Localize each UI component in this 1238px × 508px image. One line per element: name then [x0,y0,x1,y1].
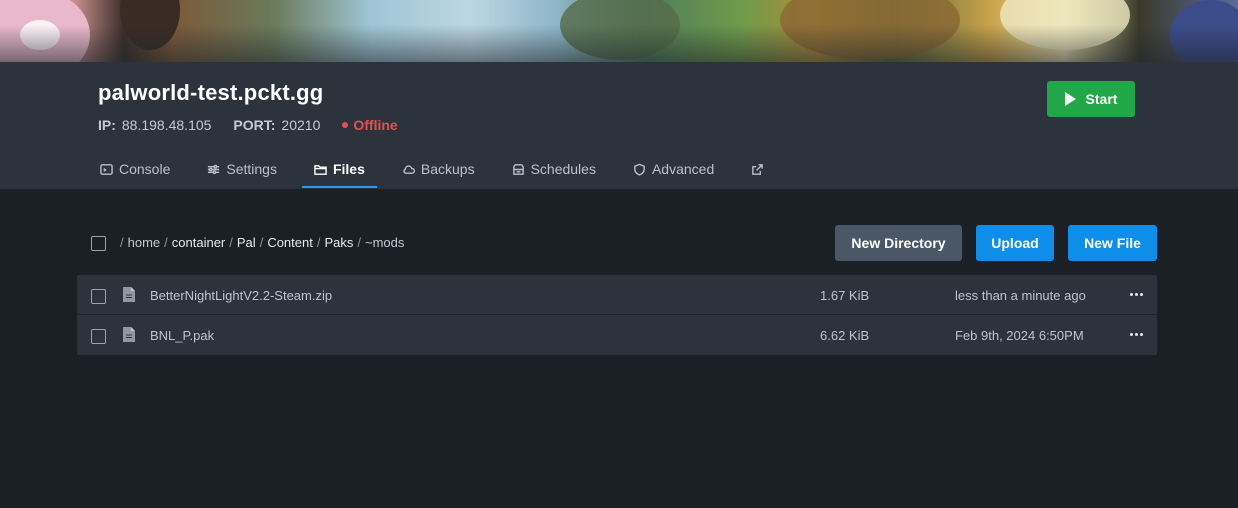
breadcrumb-home[interactable]: home [128,235,161,250]
tab-files[interactable]: Files [301,150,377,188]
new-directory-button[interactable]: New Directory [835,225,962,261]
terminal-icon [100,163,113,175]
breadcrumb-separator: / [164,235,168,250]
port-value: 20210 [281,117,321,133]
breadcrumb-segment[interactable]: Content [267,235,313,250]
file-row[interactable]: BNL_P.pak 6.62 KiB Feb 9th, 2024 6:50PM [77,315,1157,355]
start-button-label: Start [1085,91,1118,107]
breadcrumb-segment[interactable]: Pal [237,235,256,250]
status-badge: Offline [342,117,398,133]
sliders-icon [208,164,220,174]
file-icon [123,327,135,342]
server-meta: IP: 88.198.48.105 PORT: 20210 Offline [98,117,398,133]
shield-icon [634,163,645,176]
tab-backups[interactable]: Backups [390,150,487,188]
server-header: palworld-test.pckt.gg IP: 88.198.48.105 … [0,62,1238,189]
more-options-icon[interactable] [1127,285,1145,303]
upload-button[interactable]: Upload [976,225,1054,261]
tab-external-link[interactable] [739,150,776,188]
file-icon [123,287,135,302]
new-file-button[interactable]: New File [1068,225,1157,261]
file-row[interactable]: BetterNightLightV2.2-Steam.zip 1.67 KiB … [77,275,1157,315]
more-options-icon[interactable] [1127,325,1145,343]
breadcrumb-separator: / [120,235,124,250]
tab-label: Schedules [530,161,596,177]
ip-label: IP: [98,117,116,133]
tab-label: Files [332,161,365,177]
file-select-checkbox[interactable] [91,329,106,344]
file-size: 1.67 KiB [820,288,870,303]
tab-label: Backups [420,161,475,177]
breadcrumb-segment[interactable]: container [172,235,225,250]
file-name[interactable]: BetterNightLightV2.2-Steam.zip [150,288,332,303]
status-dot-icon [342,122,349,128]
tab-label: Advanced [651,161,715,177]
breadcrumb-separator: / [259,235,264,250]
select-all-checkbox[interactable] [91,236,106,251]
file-list: BetterNightLightV2.2-Steam.zip 1.67 KiB … [77,275,1157,355]
file-toolbar: / home / container / Pal / Content / Pak… [77,225,1157,261]
status-text: Offline [353,117,398,133]
file-modified: Feb 9th, 2024 6:50PM [955,328,1084,343]
breadcrumb-current: ~mods [365,235,405,250]
tab-schedules[interactable]: Schedules [500,150,608,188]
port-label: PORT: [233,117,276,133]
breadcrumb-separator: / [316,235,321,250]
ip-value: 88.198.48.105 [121,117,212,133]
tab-settings[interactable]: Settings [195,150,289,188]
breadcrumb-separator: / [229,235,233,250]
external-link-icon [752,163,764,175]
start-button[interactable]: Start [1047,81,1135,117]
tab-advanced[interactable]: Advanced [621,150,726,188]
folder-icon [314,164,327,175]
breadcrumb-separator: / [357,235,362,250]
file-modified: less than a minute ago [955,288,1086,303]
breadcrumb-segment[interactable]: Paks [324,235,353,250]
server-banner-image [0,0,1238,62]
file-select-checkbox[interactable] [91,289,106,304]
archive-icon [512,163,524,175]
tab-label: Settings [226,161,277,177]
tab-console[interactable]: Console [88,150,182,188]
tab-label: Console [119,161,171,177]
breadcrumb: / home / container / Pal / Content / Pak… [120,235,404,250]
file-name[interactable]: BNL_P.pak [150,328,214,343]
cloud-icon [403,164,415,174]
server-tabs: Console Settings Files Backups Schedules… [88,150,789,188]
play-icon [1064,92,1076,106]
file-size: 6.62 KiB [820,328,870,343]
server-title: palworld-test.pckt.gg [98,80,324,105]
